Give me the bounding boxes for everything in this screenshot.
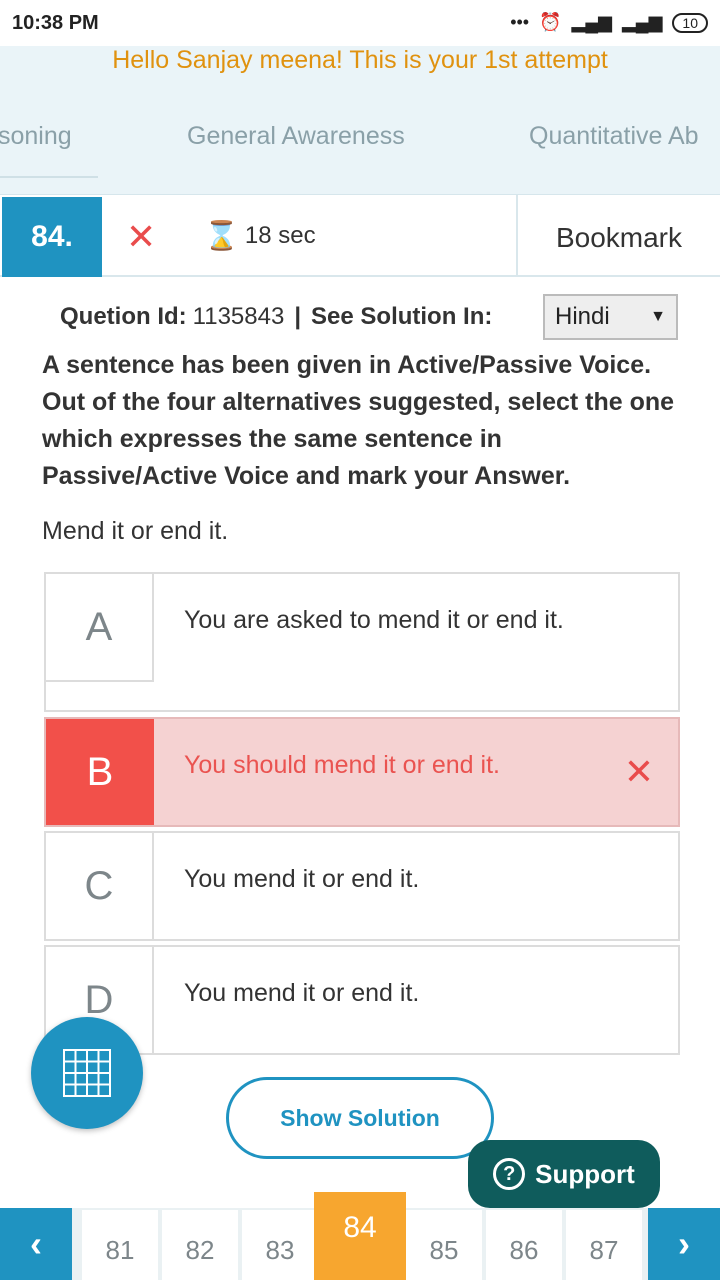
option-letter: A <box>46 574 154 682</box>
option-text: You mend it or end it. <box>184 979 420 1007</box>
support-button[interactable]: ? Support <box>468 1140 660 1208</box>
active-tab-underline <box>0 176 98 178</box>
option-c[interactable]: C You mend it or end it. <box>44 831 680 941</box>
page-button[interactable]: 81 <box>82 1210 158 1280</box>
chevron-left-icon: ‹ <box>30 1223 42 1264</box>
grid-icon <box>63 1049 111 1097</box>
next-page-button[interactable]: › <box>648 1208 720 1280</box>
greeting-text: Hello Sanjay meena! This is your 1st att… <box>112 46 608 74</box>
bookmark-button[interactable]: Bookmark <box>516 195 720 277</box>
dropdown-arrow-icon: ▼ <box>650 308 666 325</box>
battery-icon: 10 <box>672 12 708 33</box>
show-solution-button[interactable]: Show Solution <box>226 1077 494 1159</box>
option-d[interactable]: D You mend it or end it. <box>44 945 680 1055</box>
question-grid-button[interactable] <box>31 1017 143 1129</box>
option-b[interactable]: B You should mend it or end it. ✕ <box>44 717 680 827</box>
tab-quantitative[interactable]: Quantitative Ab <box>529 122 699 151</box>
page-button[interactable]: 86 <box>486 1210 562 1280</box>
help-icon: ? <box>493 1158 526 1190</box>
page-button[interactable]: 83 <box>242 1210 318 1280</box>
page-button[interactable]: 85 <box>406 1210 482 1280</box>
question-number: 84. <box>2 197 102 277</box>
option-letter: C <box>46 833 154 939</box>
signal-icon: ▂▄▆ <box>571 12 612 32</box>
wrong-answer-icon: ✕ <box>126 216 157 257</box>
status-bar: 10:38 PM ••• ⏰ ▂▄▆ ▂▄▆ 10 <box>0 0 720 46</box>
signal-2-icon: ▂▄▆ <box>621 12 663 32</box>
solution-language-label: See Solution In: <box>311 303 493 330</box>
wrong-option-icon: ✕ <box>623 751 654 792</box>
meta-separator: | <box>294 303 302 330</box>
page-button[interactable]: 87 <box>566 1210 642 1280</box>
tab-reasoning[interactable]: soning <box>0 122 72 151</box>
tab-general-awareness[interactable]: General Awareness <box>187 122 405 151</box>
option-text: You should mend it or end it. <box>184 751 500 779</box>
page-button[interactable]: 82 <box>162 1210 238 1280</box>
option-text: You are asked to mend it or end it. <box>184 606 564 634</box>
status-icons: ••• ⏰ ▂▄▆ ▂▄▆ 10 <box>510 12 708 33</box>
timer: ⌛ 18 sec <box>204 219 316 252</box>
language-select[interactable]: Hindi ▼ <box>543 294 678 340</box>
question-pager: ‹ 81 82 83 84 85 86 87 › <box>0 1192 720 1280</box>
hourglass-icon: ⌛ <box>204 220 239 251</box>
question-id-label: Quetion Id: <box>60 303 187 330</box>
page-button-current[interactable]: 84 <box>314 1192 406 1280</box>
option-text: You mend it or end it. <box>184 865 420 893</box>
language-select-value: Hindi <box>555 303 610 330</box>
question-header: 84. ✕ ⌛ 18 sec Bookmark <box>0 195 720 277</box>
option-a[interactable]: A You are asked to mend it or end it. <box>44 572 680 712</box>
question-sentence: Mend it or end it. <box>42 517 229 545</box>
option-letter: B <box>46 719 154 825</box>
question-id-value: 1135843 <box>192 303 285 330</box>
more-dots-icon: ••• <box>510 12 530 32</box>
support-label: Support <box>535 1158 635 1189</box>
status-time: 10:38 PM <box>12 12 99 34</box>
timer-value: 18 sec <box>244 221 316 249</box>
chevron-right-icon: › <box>678 1223 690 1264</box>
prev-page-button[interactable]: ‹ <box>0 1208 72 1280</box>
alarm-icon: ⏰ <box>539 12 562 32</box>
question-text: A sentence has been given in Active/Pass… <box>42 351 675 490</box>
question-meta: Quetion Id: 1135843 | See Solution In: <box>60 303 492 331</box>
subject-tabs: soning General Awareness Quantitative Ab <box>0 110 720 180</box>
